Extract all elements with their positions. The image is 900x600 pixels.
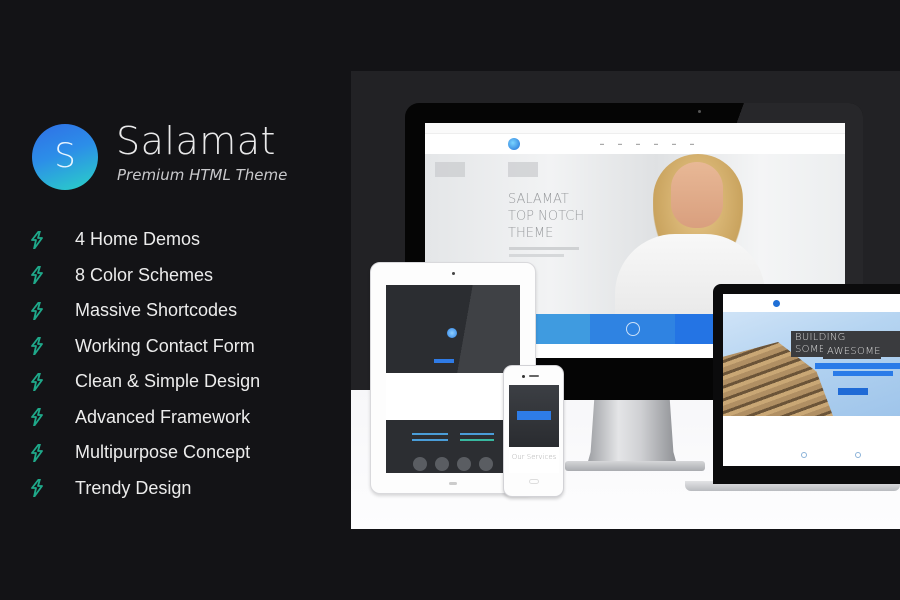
menu-item: ▬ [600, 141, 604, 146]
feature-item: Advanced Framework [30, 400, 260, 436]
smartphone: Our Services [503, 365, 564, 497]
lightning-bolt-icon [31, 337, 43, 356]
laptop-hero-button [838, 388, 868, 395]
laptop-hero-subtitle [815, 363, 900, 369]
brand-name: Salamat [116, 119, 276, 163]
avatar [479, 457, 493, 471]
device-showcase: ▬ ▬ ▬ ▬ ▬ ▬ SALAMAT TOP NOTCH THEME BUIL… [351, 71, 900, 529]
laptop-hero-subtitle [833, 371, 893, 376]
feature-item: 8 Color Schemes [30, 258, 260, 294]
lightning-bolt-icon [31, 372, 43, 391]
hero-title: SALAMAT TOP NOTCH THEME [508, 192, 585, 241]
feature-label: Massive Shortcodes [75, 300, 238, 321]
lightning-bolt-icon [31, 266, 43, 285]
site-topbar [425, 123, 845, 134]
feature-icon [855, 452, 861, 458]
site-logo-icon [508, 138, 520, 150]
feature-item: Trendy Design [30, 471, 260, 507]
phone-home-button [529, 479, 539, 484]
lightning-bolt-icon [31, 479, 43, 498]
hero-subtitle-line [509, 247, 579, 250]
brand-logo: S [32, 124, 98, 190]
menu-item: ▬ [654, 141, 658, 146]
tablet-camera [452, 272, 455, 275]
team-avatars [386, 457, 520, 471]
feature-label: Clean & Simple Design [75, 371, 261, 392]
laptop-hero-title: AWESOME [823, 345, 881, 359]
progress-line [412, 439, 448, 441]
site-menu: ▬ ▬ ▬ ▬ ▬ ▬ [600, 141, 694, 146]
feature-label: Advanced Framework [75, 406, 251, 427]
logo-letter: S [54, 136, 76, 176]
lightning-bolt-icon [31, 443, 43, 462]
feature-band-cell [590, 314, 675, 344]
feature-item: 4 Home Demos [30, 222, 260, 258]
phone-section-caption: Our Services [511, 453, 557, 461]
avatar [413, 457, 427, 471]
tablet-button [434, 359, 454, 363]
laptop-site-navbar [723, 294, 900, 312]
avatar [457, 457, 471, 471]
laptop: BUILDING SOMETHING AWESOME [713, 284, 900, 484]
phone-speaker [529, 375, 539, 377]
phone-hero-button [517, 411, 551, 420]
monitor-stand [587, 400, 677, 465]
progress-line [460, 433, 494, 435]
brand-tagline: Premium HTML Theme [117, 166, 288, 184]
feature-list: 4 Home Demos 8 Color Schemes Massive Sho… [30, 222, 260, 506]
feature-icon [801, 452, 807, 458]
progress-line [412, 433, 448, 435]
phone-screen: Our Services [509, 385, 559, 473]
target-icon [625, 322, 640, 336]
hero-background-sign [508, 162, 538, 177]
feature-label: 8 Color Schemes [75, 264, 214, 285]
feature-label: Trendy Design [75, 477, 192, 498]
feature-item: Massive Shortcodes [30, 293, 260, 329]
tablet-screen [386, 285, 520, 473]
menu-item: ▬ [618, 141, 622, 146]
monitor-base [565, 461, 705, 471]
hero-subtitle-line [509, 254, 564, 257]
feature-label: 4 Home Demos [75, 229, 201, 250]
feature-label: Multipurpose Concept [75, 442, 251, 463]
lightning-bolt-icon [31, 230, 43, 249]
hero-person-face [671, 162, 723, 228]
menu-item: ▬ [672, 141, 676, 146]
feature-item: Working Contact Form [30, 329, 260, 365]
site-navbar: ▬ ▬ ▬ ▬ ▬ ▬ [425, 136, 845, 152]
tablet-home-button [449, 482, 457, 485]
site-logo-icon [773, 300, 780, 307]
avatar [435, 457, 449, 471]
tablet-orb-icon [447, 328, 457, 338]
tablet-white-section [386, 373, 520, 418]
feature-item: Multipurpose Concept [30, 435, 260, 471]
hero-background-sign [435, 162, 465, 177]
laptop-screen: BUILDING SOMETHING AWESOME [723, 294, 900, 466]
monitor-camera [698, 110, 701, 113]
lightning-bolt-icon [31, 408, 43, 427]
feature-label: Working Contact Form [75, 335, 255, 356]
menu-item: ▬ [636, 141, 640, 146]
feature-item: Clean & Simple Design [30, 364, 260, 400]
menu-item: ▬ [690, 141, 694, 146]
progress-line [460, 439, 494, 441]
laptop-site-hero: BUILDING SOMETHING AWESOME [723, 312, 900, 416]
phone-camera [522, 375, 525, 378]
lightning-bolt-icon [31, 301, 43, 320]
